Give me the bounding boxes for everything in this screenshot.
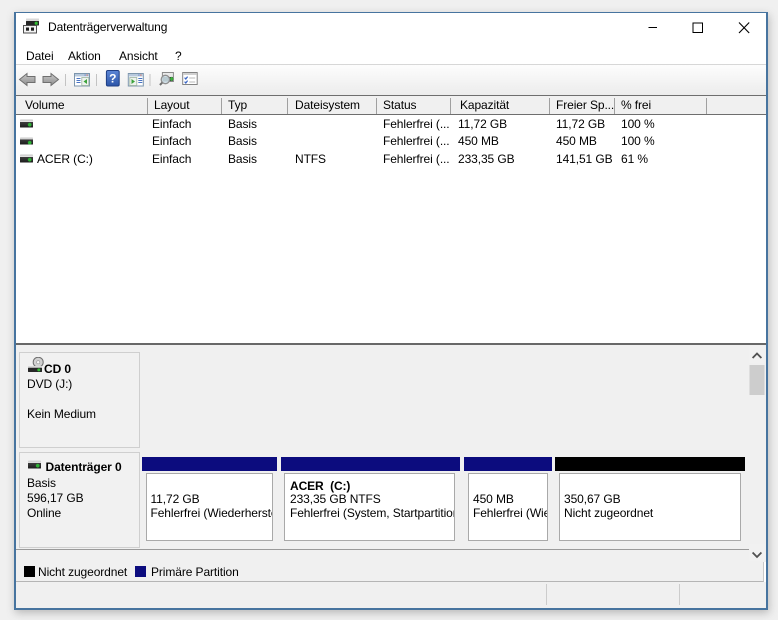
svg-text:?: ?	[109, 72, 116, 86]
